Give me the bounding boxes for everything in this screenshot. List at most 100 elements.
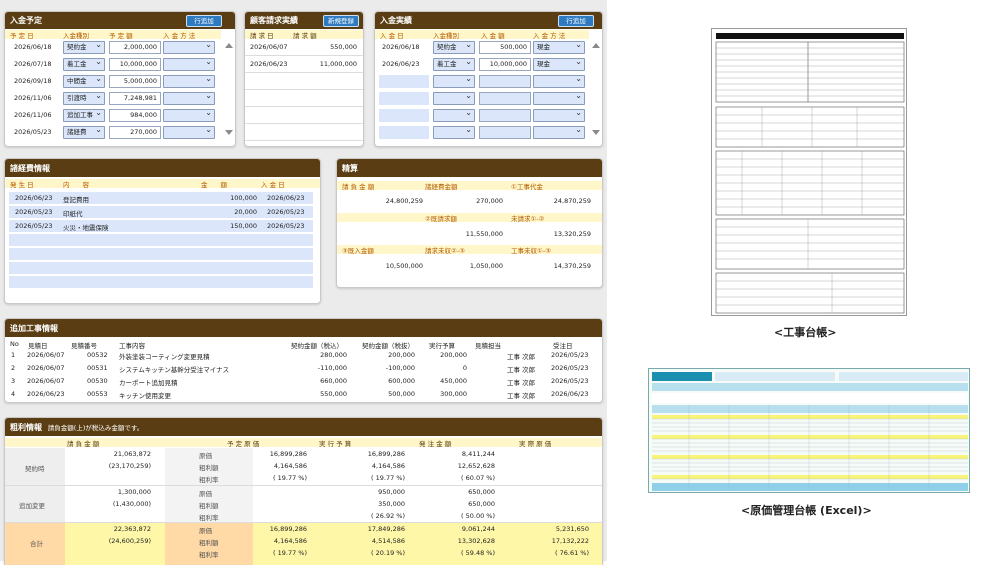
method-select[interactable]	[163, 107, 215, 122]
col-amount: 予 定 額	[109, 32, 133, 40]
type-select[interactable]	[433, 90, 475, 105]
amount-input[interactable]: 500,000	[479, 41, 531, 54]
scroll-down-icon[interactable]	[592, 130, 600, 135]
col-header: 実行予算	[429, 342, 455, 350]
value-cell: 650,000	[468, 488, 495, 496]
type-select[interactable]	[433, 124, 475, 139]
row-no: 2	[11, 364, 16, 372]
method-select[interactable]	[163, 90, 215, 105]
method-select[interactable]: 現金	[533, 39, 585, 54]
add-row-button[interactable]: 行追加	[186, 15, 222, 27]
amount-input[interactable]	[479, 92, 531, 105]
type-select[interactable]	[433, 107, 475, 122]
empty-expense-row[interactable]	[9, 276, 313, 288]
method-select[interactable]	[533, 73, 585, 88]
amount-input[interactable]	[479, 75, 531, 88]
empty-expense-row[interactable]	[9, 248, 313, 260]
method-select[interactable]	[163, 73, 215, 88]
row-date: 2026/06/07	[27, 364, 65, 372]
row-date: 2026/06/23	[15, 194, 53, 202]
empty-date-cell[interactable]	[379, 75, 429, 88]
empty-expense-row[interactable]	[9, 262, 313, 274]
value-cell: ( 19.77 %)	[371, 474, 405, 482]
row-num: 00531	[87, 364, 108, 372]
col-header: 受注日	[553, 342, 573, 350]
type-select[interactable]	[433, 73, 475, 88]
kokyaku-seikyu-card: 顧客請求実績 新規登録 請 求 日 請 求 額 2026/06/07 550,00…	[244, 11, 364, 147]
value-cell: 12,652,628	[457, 462, 495, 470]
kokyaku-header: 顧客請求実績 新規登録	[245, 12, 363, 29]
amount-input[interactable]: 5,000,000	[109, 75, 161, 88]
method-select[interactable]	[163, 56, 215, 71]
row-date: 2026/06/23	[27, 390, 65, 398]
amount-input[interactable]: 2,000,000	[109, 41, 161, 54]
col-yotei-genka: 予 定 原 価	[227, 440, 260, 448]
type-select[interactable]: 追加工事	[63, 107, 105, 122]
amount-input[interactable]	[479, 109, 531, 122]
type-select[interactable]: 着工金	[433, 56, 475, 71]
new-register-button[interactable]: 新規登録	[323, 15, 359, 27]
value-cell: ( 76.61 %)	[555, 549, 589, 557]
row-order: 2026/05/23	[551, 377, 589, 385]
add-row-button[interactable]: 行追加	[558, 15, 594, 27]
scroll-down-icon[interactable]	[225, 130, 233, 135]
contract-amount-tax: (23,170,259)	[108, 462, 151, 470]
genka-kanri-thumbnail	[648, 368, 970, 493]
scroll-up-icon[interactable]	[225, 43, 233, 48]
nyukin-jisseki-card: 入金実績 行追加 入 金 日 入金種別 入 金 額 入 金 方 法 2026/0…	[374, 11, 603, 147]
col-jikko-yosan: 実 行 予 算	[319, 440, 352, 448]
row-date: 2026/06/18	[14, 43, 52, 51]
col-amount: 請 求 額	[293, 32, 317, 40]
method-select[interactable]	[533, 124, 585, 139]
row-desc: 火災・地震保険	[63, 224, 109, 232]
row-num: 00553	[87, 390, 108, 398]
value-cell: 16,899,286	[269, 525, 307, 533]
row-desc: カーポート追加見積	[119, 379, 178, 387]
row-amount: 150,000	[230, 222, 257, 230]
type-select[interactable]: 契約金	[433, 39, 475, 54]
type-select[interactable]: 諸経費	[63, 124, 105, 139]
method-select[interactable]	[163, 124, 215, 139]
seisan-title: 精算	[342, 164, 358, 173]
sub-label: 原価	[199, 527, 212, 535]
genka-kanri-caption: <原価管理台帳 (Excel)>	[741, 504, 872, 517]
col-header: 見積担当	[475, 342, 501, 350]
amount-input[interactable]: 270,000	[109, 126, 161, 139]
col-header: No	[10, 340, 19, 348]
empty-date-cell[interactable]	[379, 109, 429, 122]
method-select[interactable]	[163, 39, 215, 54]
type-select[interactable]: 中間金	[63, 73, 105, 88]
empty-expense-row[interactable]	[9, 234, 313, 246]
method-select[interactable]: 現金	[533, 56, 585, 71]
row-paid: 2026/05/23	[267, 222, 305, 230]
value-kouji-mishu: 14,370,259	[553, 262, 591, 270]
col-header: 見積番号	[71, 342, 97, 350]
row-tax-in: 660,000	[320, 377, 347, 385]
genka-kanri-spreadsheet-image	[649, 369, 969, 492]
empty-date-cell[interactable]	[379, 126, 429, 139]
scroll-up-icon[interactable]	[592, 43, 600, 48]
method-select[interactable]	[533, 107, 585, 122]
method-select[interactable]	[533, 90, 585, 105]
type-select[interactable]: 契約金	[63, 39, 105, 54]
amount-input[interactable]: 10,000,000	[479, 58, 531, 71]
sub-label: 原価	[199, 452, 212, 460]
col-type: 入金種別	[433, 32, 459, 40]
amount-input[interactable]: 984,000	[109, 109, 161, 122]
col-method: 入 金 方 法	[533, 32, 566, 40]
type-select[interactable]: 引渡時	[63, 90, 105, 105]
sub-label: 粗利額	[199, 539, 219, 547]
amount-input[interactable]: 7,248,981	[109, 92, 161, 105]
seisan-card: 精算 請 負 金 額 諸経費金額 ①工事代金 24,800,259 270,00…	[336, 158, 603, 288]
type-select[interactable]: 着工金	[63, 56, 105, 71]
amount-input[interactable]	[479, 126, 531, 139]
empty-date-cell[interactable]	[379, 92, 429, 105]
sub-label: 粗利額	[199, 502, 219, 510]
row-date: 2026/11/06	[14, 94, 52, 102]
value-cell: 4,164,586	[371, 462, 405, 470]
row-paid: 2026/05/23	[267, 208, 305, 216]
amount-input[interactable]: 10,000,000	[109, 58, 161, 71]
row-divider	[245, 106, 363, 107]
seisan-row1-bar	[337, 181, 602, 190]
value-cell: 950,000	[378, 488, 405, 496]
